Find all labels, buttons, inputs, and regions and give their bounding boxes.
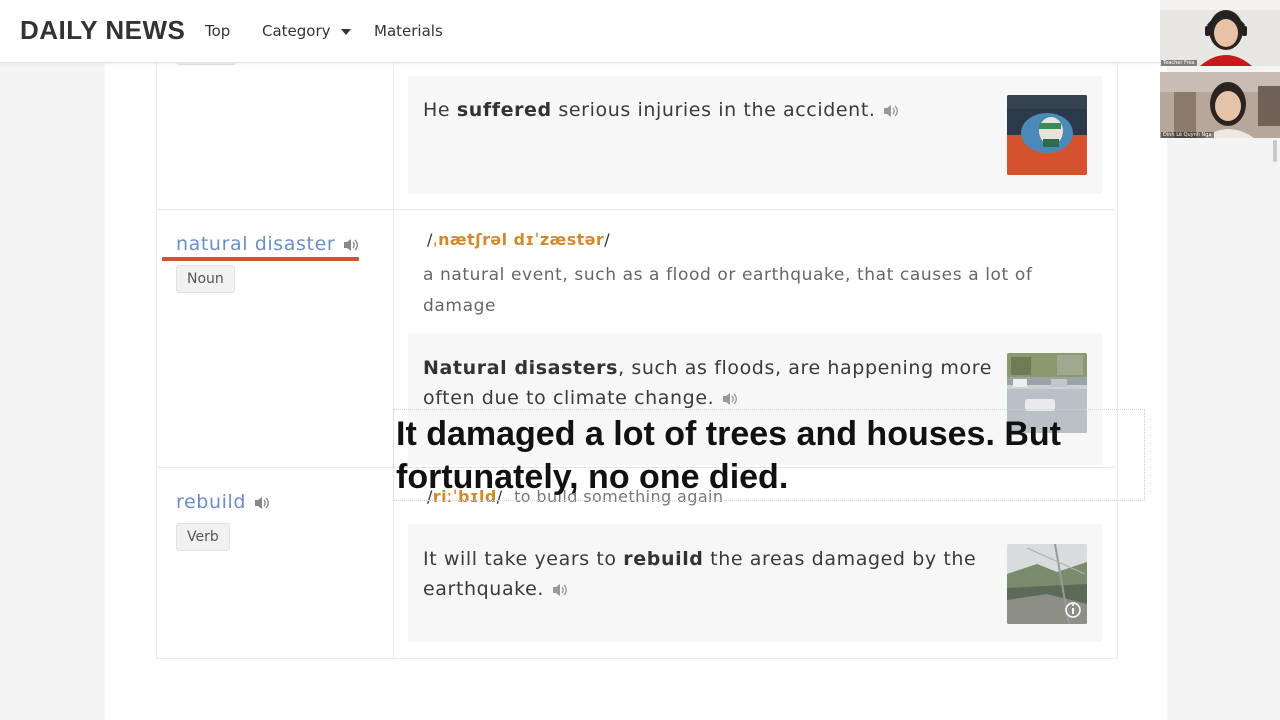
video-participant-teacher[interactable]: Teacher Frea bbox=[1160, 0, 1280, 66]
participant-name: Đinh Lê Quỳnh Nga bbox=[1161, 132, 1214, 138]
site-logo[interactable]: DAILY NEWS bbox=[20, 15, 185, 46]
pos-tag-verb: Verb bbox=[176, 523, 230, 551]
pos-tag-noun: Noun bbox=[176, 265, 235, 293]
nav-materials-link[interactable]: Materials bbox=[374, 22, 443, 40]
example-keyword: Natural disasters bbox=[423, 357, 619, 379]
example-sentence-natural-disaster: Natural disasters, such as floods, are h… bbox=[423, 353, 998, 413]
video-subtitle: It damaged a lot of trees and houses. Bu… bbox=[396, 415, 1061, 496]
image-earthquake-damage[interactable] bbox=[1007, 544, 1087, 624]
annotation-underline bbox=[162, 257, 359, 261]
example-text: serious injuries in the accident. bbox=[551, 99, 876, 121]
nav-category-label: Category bbox=[262, 22, 331, 40]
example-box-suffer bbox=[408, 76, 1102, 194]
example-text: It will take years to bbox=[423, 548, 624, 570]
ipa-natural-disaster: /ˌnætʃrəl dɪˈzæstər/ bbox=[427, 230, 610, 249]
speaker-icon[interactable] bbox=[253, 495, 271, 511]
speaker-icon[interactable] bbox=[721, 391, 739, 407]
speaker-icon[interactable] bbox=[342, 237, 360, 253]
ipa-slash: / bbox=[604, 230, 611, 249]
speaker-icon[interactable] bbox=[882, 103, 900, 119]
definition-natural-disaster: a natural event, such as a flood or eart… bbox=[423, 265, 1033, 316]
column-divider bbox=[393, 62, 394, 658]
speaker-icon[interactable] bbox=[551, 582, 569, 598]
image-injured-person[interactable] bbox=[1007, 95, 1087, 175]
nav-category-dropdown[interactable]: Category bbox=[262, 22, 351, 40]
word-natural-disaster[interactable]: natural disaster bbox=[176, 233, 360, 255]
video-participant-student[interactable]: Đinh Lê Quỳnh Nga bbox=[1160, 72, 1280, 138]
scrollbar-thumb[interactable] bbox=[1273, 140, 1277, 162]
top-navbar: DAILY NEWS Top Category Materials bbox=[0, 0, 1160, 63]
word-label: natural disaster bbox=[176, 233, 336, 255]
example-keyword: suffered bbox=[456, 99, 552, 121]
word-rebuild[interactable]: rebuild bbox=[176, 491, 271, 513]
word-label: rebuild bbox=[176, 491, 247, 513]
chevron-down-icon bbox=[340, 28, 351, 35]
example-sentence-rebuild: It will take years to rebuild the areas … bbox=[423, 544, 998, 604]
row-divider bbox=[157, 209, 1115, 210]
nav-top-link[interactable]: Top bbox=[205, 22, 230, 40]
ipa-text: ˌnætʃrəl dɪˈzæstər bbox=[432, 230, 605, 249]
participant-name: Teacher Frea bbox=[1161, 60, 1197, 66]
example-keyword: rebuild bbox=[623, 548, 704, 570]
example-text: He bbox=[423, 99, 457, 121]
example-sentence-suffer: He suffered serious injuries in the acci… bbox=[423, 95, 998, 125]
